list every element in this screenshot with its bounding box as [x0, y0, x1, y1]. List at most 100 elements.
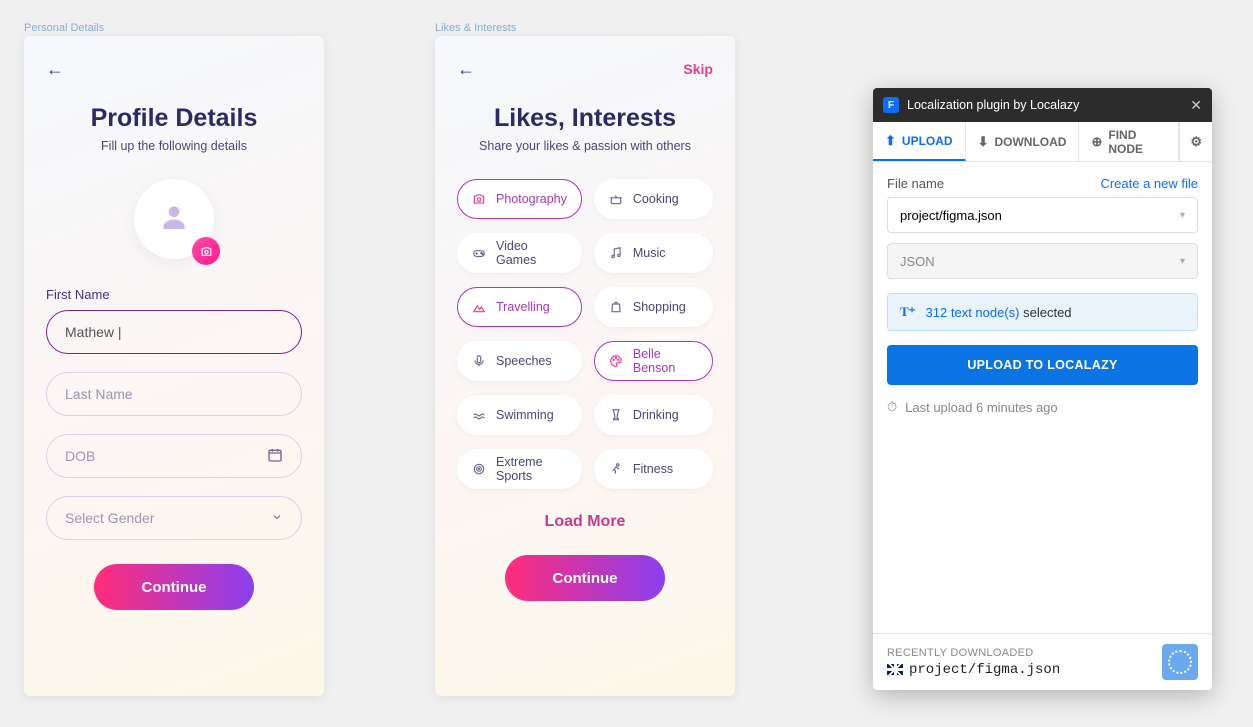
footer-badge-icon[interactable]: [1162, 644, 1198, 680]
topbar: ← Skip: [457, 54, 713, 84]
file-name-label: File name: [887, 176, 944, 191]
chip-swimming[interactable]: Swimming: [457, 395, 582, 435]
plugin-header: F Localization plugin by Localazy ✕: [873, 88, 1212, 122]
pot-icon: [609, 192, 623, 206]
chip-drinking[interactable]: Drinking: [594, 395, 713, 435]
chip-label: Extreme Sports: [496, 455, 567, 483]
chip-label: Belle Benson: [633, 347, 698, 375]
tab-download-label: DOWNLOAD: [994, 135, 1066, 149]
avatar[interactable]: [134, 179, 214, 259]
chip-label: Travelling: [496, 300, 550, 314]
localazy-logo-icon: F: [883, 97, 899, 113]
continue-button[interactable]: Continue: [505, 555, 665, 601]
footer-text-wrap: RECENTLY DOWNLOADED project/figma.json: [887, 647, 1152, 678]
chip-video-games[interactable]: Video Games: [457, 233, 582, 273]
tab-find-node-label: FIND NODE: [1108, 128, 1166, 156]
chips-grid: Photography Cooking Video Games Music Travel…: [457, 179, 713, 489]
camera-badge-icon[interactable]: [192, 237, 220, 265]
nodes-selected-pill: T⁺ 312 text node(s) selected: [887, 293, 1198, 331]
crosshair-icon: ⊕: [1091, 134, 1102, 150]
close-icon[interactable]: ✕: [1190, 97, 1202, 114]
dob-field[interactable]: DOB: [46, 434, 302, 478]
footer-file-name: project/figma.json: [909, 662, 1060, 678]
first-name-value: Mathew |: [65, 324, 122, 340]
clock-icon: ⏱: [887, 399, 897, 415]
nodes-selected-suffix: selected: [1020, 305, 1072, 320]
tab-upload[interactable]: ⬆ UPLOAD: [873, 122, 966, 161]
avatar-wrapper: [46, 179, 302, 259]
chip-photography[interactable]: Photography: [457, 179, 582, 219]
back-arrow-icon[interactable]: ←: [457, 59, 475, 80]
gender-placeholder: Select Gender: [65, 510, 155, 526]
plugin-body: File name Create a new file project/figm…: [873, 162, 1212, 633]
screen-subtitle: Share your likes & passion with others: [457, 139, 713, 153]
format-select[interactable]: JSON ▾: [887, 243, 1198, 279]
file-select[interactable]: project/figma.json ▾: [887, 197, 1198, 233]
load-more-link[interactable]: Load More: [457, 513, 713, 531]
dob-placeholder: DOB: [65, 448, 95, 464]
back-arrow-icon[interactable]: ←: [46, 59, 64, 80]
chip-label: Photography: [496, 192, 567, 206]
plugin-panel: F Localization plugin by Localazy ✕ ⬆ UP…: [873, 88, 1212, 690]
chip-label: Drinking: [633, 408, 679, 422]
recently-downloaded-file[interactable]: project/figma.json: [887, 662, 1152, 678]
create-new-file-link[interactable]: Create a new file: [1100, 176, 1198, 191]
chip-label: Shopping: [633, 300, 686, 314]
continue-button[interactable]: Continue: [94, 564, 254, 610]
plugin-title: Localization plugin by Localazy: [907, 98, 1182, 112]
file-select-value: project/figma.json: [900, 208, 1002, 223]
mobile-frame-likes-interests: ← Skip Likes, Interests Share your likes…: [435, 36, 735, 696]
run-icon: [609, 462, 623, 476]
chip-label: Video Games: [496, 239, 567, 267]
chip-extreme-sports[interactable]: Extreme Sports: [457, 449, 582, 489]
frame-label-personal-details: Personal Details: [24, 22, 104, 34]
last-upload-label: Last upload 6 minutes ago: [905, 400, 1058, 415]
chip-music[interactable]: Music: [594, 233, 713, 273]
chip-label: Music: [633, 246, 666, 260]
nodes-selected-count[interactable]: 312 text node(s): [926, 305, 1020, 320]
tab-find-node[interactable]: ⊕ FIND NODE: [1079, 122, 1179, 161]
wave-icon: [472, 408, 486, 422]
mobile-frame-profile-details: ← Profile Details Fill up the following …: [24, 36, 324, 696]
chip-speeches[interactable]: Speeches: [457, 341, 582, 381]
chip-shopping[interactable]: Shopping: [594, 287, 713, 327]
calendar-icon: [267, 447, 283, 466]
chip-label: Fitness: [633, 462, 673, 476]
frame-label-likes-interests: Likes & Interests: [435, 22, 516, 34]
chip-label: Swimming: [496, 408, 554, 422]
screen-subtitle: Fill up the following details: [46, 139, 302, 153]
skip-link[interactable]: Skip: [683, 61, 713, 77]
upload-icon: ⬆: [885, 133, 896, 149]
plugin-footer: RECENTLY DOWNLOADED project/figma.json: [873, 633, 1212, 690]
chevron-down-icon: [271, 510, 283, 526]
chip-fitness[interactable]: Fitness: [594, 449, 713, 489]
chip-belle-benson[interactable]: Belle Benson: [594, 341, 713, 381]
chip-label: Speeches: [496, 354, 552, 368]
glass-icon: [609, 408, 623, 422]
tab-upload-label: UPLOAD: [902, 134, 953, 148]
gear-icon: ⚙: [1190, 134, 1202, 150]
format-select-value: JSON: [900, 254, 935, 269]
person-icon: [158, 201, 190, 238]
recently-downloaded-label: RECENTLY DOWNLOADED: [887, 647, 1152, 659]
last-name-field[interactable]: Last Name: [46, 372, 302, 416]
file-name-row: File name Create a new file: [887, 176, 1198, 191]
plugin-tabs: ⬆ UPLOAD ⬇ DOWNLOAD ⊕ FIND NODE ⚙: [873, 122, 1212, 162]
bag-icon: [609, 300, 623, 314]
first-name-field[interactable]: Mathew |: [46, 310, 302, 354]
topbar: ←: [46, 54, 302, 84]
last-name-placeholder: Last Name: [65, 386, 133, 402]
tab-settings[interactable]: ⚙: [1179, 122, 1212, 161]
chip-cooking[interactable]: Cooking: [594, 179, 713, 219]
upload-to-localazy-button[interactable]: UPLOAD TO LOCALAZY: [887, 345, 1198, 385]
chevron-down-icon: ▾: [1180, 256, 1185, 267]
mic-icon: [472, 354, 486, 368]
camera-icon: [472, 192, 486, 206]
screen-title: Profile Details: [46, 104, 302, 133]
mountain-icon: [472, 300, 486, 314]
chip-travelling[interactable]: Travelling: [457, 287, 582, 327]
text-icon: T⁺: [900, 304, 916, 320]
gender-field[interactable]: Select Gender: [46, 496, 302, 540]
uk-flag-icon: [887, 664, 903, 675]
tab-download[interactable]: ⬇ DOWNLOAD: [966, 122, 1080, 161]
